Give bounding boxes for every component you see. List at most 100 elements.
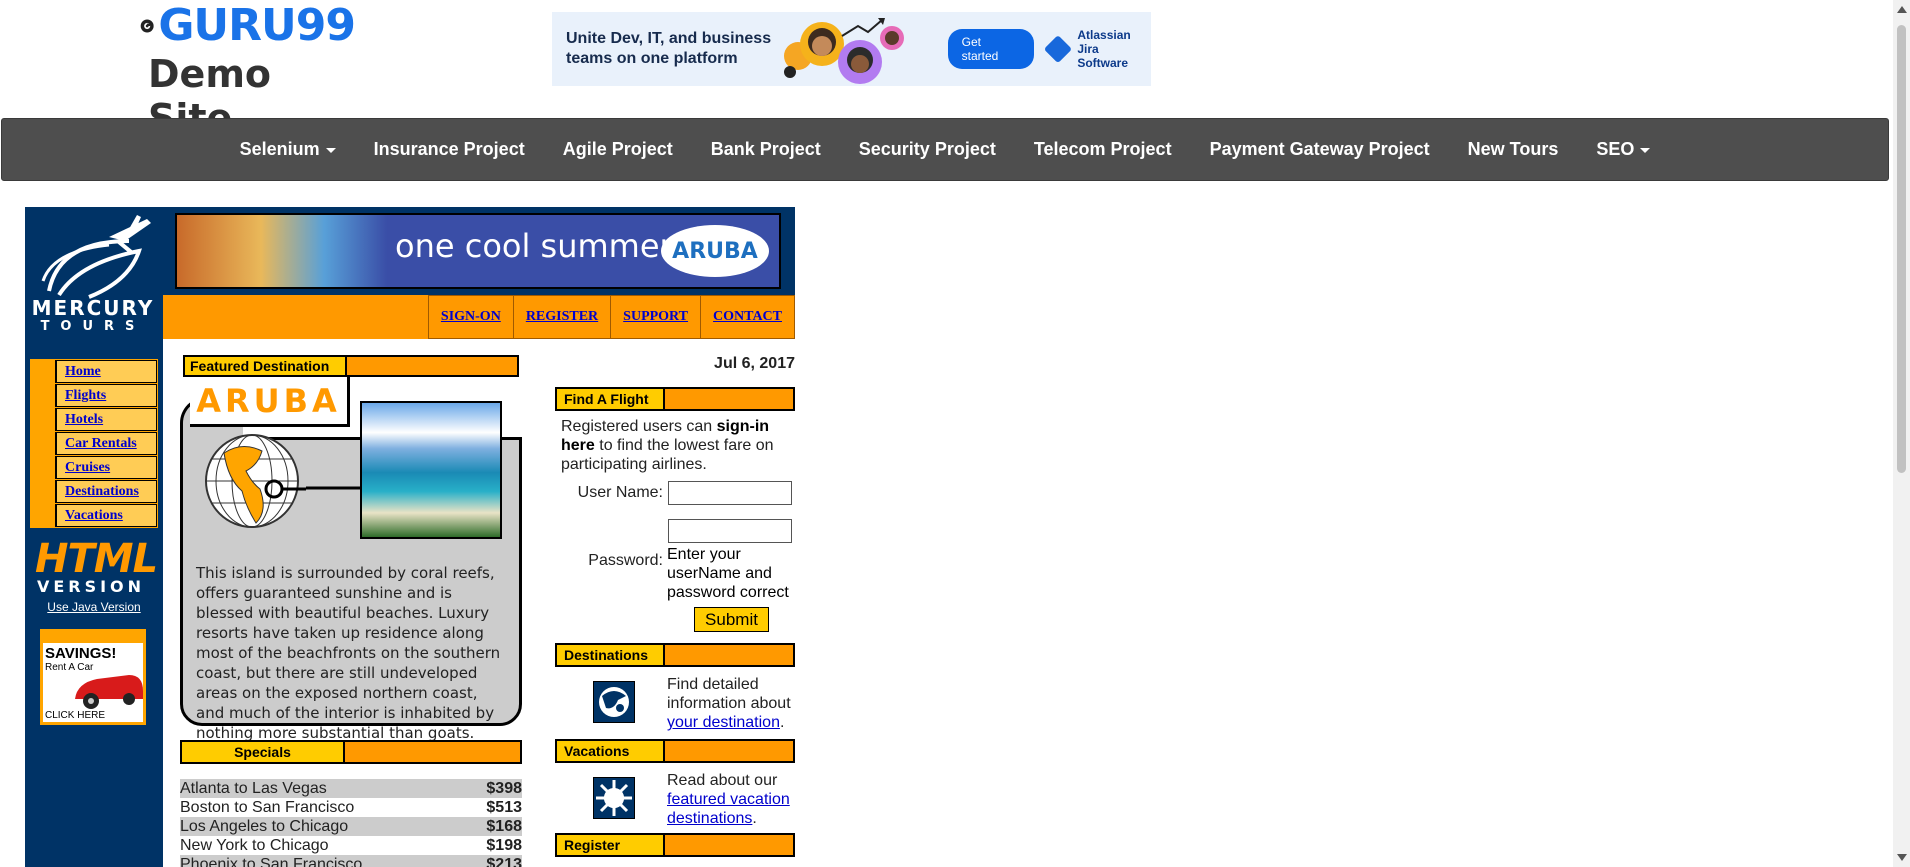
featured-vacation-link[interactable]: featured vacation destinations	[667, 791, 790, 827]
ad-banner[interactable]: Unite Dev, IT, and business teams on one…	[552, 12, 1151, 86]
side-menu-link[interactable]: Hotels	[65, 412, 103, 428]
nav-item-label: Payment Gateway Project	[1209, 139, 1430, 159]
side-menu-item-destinations[interactable]: Destinations	[31, 480, 157, 504]
caret-down-icon	[1640, 147, 1651, 153]
mercury-main: one cool summer ARUBA SIGN-ON REGISTER SUP…	[163, 207, 795, 867]
side-menu-item-vacations[interactable]: Vacations	[31, 504, 157, 527]
your-destination-link[interactable]: your destination	[667, 714, 780, 731]
specials-row: Los Angeles to Chicago $168	[180, 817, 522, 836]
side-menu-link[interactable]: Home	[65, 364, 101, 380]
specials-price: $168	[466, 817, 522, 836]
side-menu-bullet	[31, 504, 56, 527]
scroll-thumb[interactable]	[1897, 25, 1906, 473]
side-menu-item-car-rentals[interactable]: Car Rentals	[31, 432, 157, 456]
nav-item-selenium[interactable]: Selenium	[221, 139, 355, 160]
nav-item-insurance-project[interactable]: Insurance Project	[355, 139, 544, 160]
top-link-label[interactable]: SIGN-ON	[441, 309, 501, 325]
username-input[interactable]	[668, 481, 792, 505]
nav-item-seo[interactable]: SEO	[1577, 139, 1669, 160]
ad-people-illustration	[772, 14, 932, 84]
version-label: VERSION	[36, 577, 146, 596]
nav-item-label: SEO	[1596, 139, 1635, 159]
side-menu-link-cell: Cruises	[56, 456, 157, 479]
side-menu-bullet	[31, 480, 56, 503]
aruba-title: ARUBA	[190, 377, 350, 427]
specials-table: Atlanta to Las Vegas $398 Boston to San Fr…	[180, 779, 522, 867]
find-flight-text-1: Registered users can	[561, 418, 717, 435]
mercury-sidebar: MERCURY TOURS Home Flights Hotels Car Renta…	[25, 207, 163, 867]
savings-title: SAVINGS!	[45, 645, 117, 662]
atlassian-brand: Atlassian Jira Software	[1043, 28, 1151, 70]
use-java-version-link[interactable]: Use Java Version	[31, 600, 157, 614]
password-label: Password:	[588, 552, 663, 569]
top-link-contact[interactable]: CONTACT	[700, 295, 795, 339]
side-menu-link[interactable]: Cruises	[65, 460, 110, 476]
specials-row: Boston to San Francisco $513	[180, 798, 522, 817]
side-menu-item-home[interactable]: Home	[31, 360, 157, 384]
username-label: User Name:	[577, 484, 663, 501]
side-menu-link-cell: Hotels	[56, 408, 157, 431]
pointer-line	[306, 486, 362, 490]
side-menu-item-flights[interactable]: Flights	[31, 384, 157, 408]
specials-row: Phoenix to San Francisco $213	[180, 855, 522, 867]
side-menu-link[interactable]: Flights	[65, 388, 106, 404]
scroll-up-icon[interactable]	[1897, 6, 1907, 13]
top-link-label[interactable]: CONTACT	[713, 309, 782, 325]
specials-route: Boston to San Francisco	[180, 798, 355, 816]
top-link-support[interactable]: SUPPORT	[610, 295, 702, 339]
featured-destination-header: Featured Destination	[183, 355, 519, 377]
top-link-register[interactable]: REGISTER	[512, 295, 612, 339]
logo-text: GURU99	[158, 0, 356, 51]
side-menu-link-cell: Vacations	[56, 504, 157, 527]
vacations-header: Vacations	[555, 739, 795, 763]
top-link-label[interactable]: REGISTER	[526, 309, 598, 325]
nav-item-agile-project[interactable]: Agile Project	[544, 139, 692, 160]
nav-item-bank-project[interactable]: Bank Project	[692, 139, 840, 160]
specials-row: New York to Chicago $198	[180, 836, 522, 855]
destinations-text: Find detailed information about your des…	[667, 675, 795, 732]
nav-item-label: Security Project	[858, 139, 996, 159]
nav-item-telecom-project[interactable]: Telecom Project	[1015, 139, 1191, 160]
top-link-sign-on[interactable]: SIGN-ON	[427, 295, 514, 339]
nav-item-new-tours[interactable]: New Tours	[1449, 139, 1578, 160]
side-menu-link[interactable]: Destinations	[65, 484, 139, 500]
nav-item-payment-gateway-project[interactable]: Payment Gateway Project	[1191, 139, 1449, 160]
side-menu-bullet	[31, 360, 56, 383]
get-started-button[interactable]: Get started	[947, 29, 1034, 69]
side-menu-link[interactable]: Car Rentals	[65, 436, 137, 452]
register-header: Register	[555, 833, 795, 857]
nav-item-label: Insurance Project	[373, 139, 525, 159]
nav-item-label: Agile Project	[562, 139, 673, 159]
scroll-down-icon[interactable]	[1897, 854, 1907, 861]
specials-route: Los Angeles to Chicago	[180, 817, 467, 836]
submit-button[interactable]: Submit	[694, 607, 769, 632]
side-menu-bullet	[31, 408, 56, 431]
side-menu-item-cruises[interactable]: Cruises	[31, 456, 157, 480]
specials-route: New York to Chicago	[180, 836, 329, 854]
nav-item-security-project[interactable]: Security Project	[840, 139, 1015, 160]
specials-price: $213	[466, 855, 522, 867]
specials-route: Phoenix to San Francisco	[180, 855, 467, 867]
vacations-suffix: .	[752, 810, 757, 827]
banner-text: one cool summer	[395, 227, 673, 265]
vacations-label: Vacations	[557, 741, 665, 761]
destinations-suffix: .	[779, 714, 785, 731]
vacations-icon[interactable]	[593, 777, 635, 819]
register-label: Register	[557, 835, 665, 855]
destinations-icon[interactable]	[593, 681, 635, 723]
top-links-bar: SIGN-ON REGISTER SUPPORT CONTACT	[163, 295, 795, 339]
savings-ad[interactable]: SAVINGS! Rent A Car CLICK HERE	[40, 629, 146, 725]
side-menu-link[interactable]: Vacations	[65, 508, 123, 524]
caret-down-icon	[325, 147, 336, 153]
ad-text: Unite Dev, IT, and business teams on one…	[566, 30, 772, 67]
aruba-summer-banner[interactable]: one cool summer ARUBA	[175, 213, 781, 289]
tours-wordmark: TOURS	[40, 319, 146, 334]
mercury-tours-frame: MERCURY TOURS Home Flights Hotels Car Renta…	[25, 207, 795, 867]
page-scrollbar[interactable]	[1893, 0, 1910, 867]
password-input[interactable]	[668, 519, 792, 543]
top-link-label[interactable]: SUPPORT	[623, 309, 688, 325]
password-hint: Enter your userName and password correct	[667, 546, 789, 601]
nav-item-label: Bank Project	[710, 139, 821, 159]
nav-item-label: New Tours	[1467, 139, 1559, 159]
side-menu-item-hotels[interactable]: Hotels	[31, 408, 157, 432]
